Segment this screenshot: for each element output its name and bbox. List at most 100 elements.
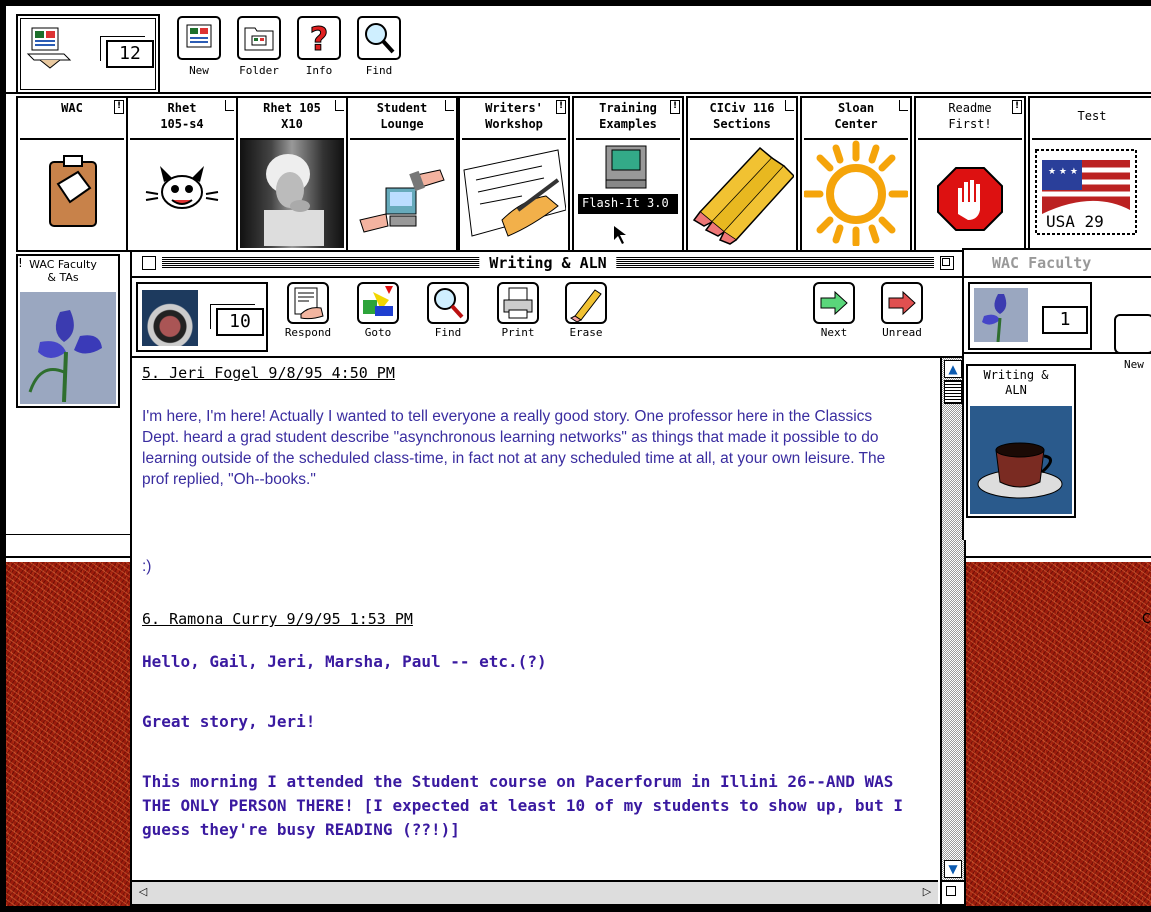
next-label: Next xyxy=(820,326,848,339)
message-count-box: 10 xyxy=(136,282,268,352)
scroll-left-arrow-icon[interactable]: ◁ xyxy=(136,885,150,899)
usa-stamp-icon: ★ ★ ★ USA 29 xyxy=(1032,140,1151,248)
folder-label: Folder xyxy=(239,64,279,77)
sun-icon xyxy=(804,140,908,248)
message-count-box: 12 xyxy=(16,14,160,94)
folder-subtitle: Workshop xyxy=(485,117,543,131)
writing-aln-window: Writing & ALN 10 Respond Goto Find Print… xyxy=(130,250,966,906)
resize-box[interactable] xyxy=(940,880,964,904)
erase-label: Erase xyxy=(569,326,603,339)
new-button[interactable]: New xyxy=(1114,314,1151,371)
folder-title: WAC xyxy=(61,101,83,115)
wac-faculty-window: WAC Faculty 1 New Writing & ALN xyxy=(962,248,1151,540)
folder-subtitle: Lounge xyxy=(380,117,424,131)
find-button[interactable]: Find xyxy=(354,16,404,77)
find-label: Find xyxy=(434,326,462,339)
stop-hand-icon xyxy=(918,140,1022,248)
zoom-box[interactable] xyxy=(940,256,954,270)
folder-title: Readme xyxy=(948,101,992,115)
stamp-label: USA 29 xyxy=(1046,212,1104,231)
folder-subtitle: Sections xyxy=(713,117,771,131)
next-button[interactable]: Next xyxy=(806,282,862,339)
window-title: WAC Faculty xyxy=(992,254,1092,272)
folder-readme-first[interactable]: ! Readme First! xyxy=(914,96,1026,252)
folder-training-examples[interactable]: ! Training Examples Flash-It 3.0 xyxy=(572,96,684,252)
folder-title: Sloan xyxy=(837,101,875,115)
scroll-thumb[interactable] xyxy=(944,380,962,404)
window-titlebar[interactable]: WAC Faculty xyxy=(964,250,1151,278)
folder-subtitle: ALN xyxy=(1005,383,1027,397)
folder-subtitle: 105-s4 xyxy=(160,117,204,131)
folder-title: CICiv 116 xyxy=(709,101,775,115)
message-count-box: 1 xyxy=(968,282,1092,350)
info-button[interactable]: ? Info xyxy=(294,16,344,77)
folder-title: Training xyxy=(599,101,657,115)
goto-label: Goto xyxy=(364,326,392,339)
scroll-up-arrow-icon[interactable]: ▲ xyxy=(944,360,962,378)
window-titlebar[interactable]: Writing & ALN xyxy=(132,252,964,278)
message-count: 10 xyxy=(210,304,264,336)
unread-label: Unread xyxy=(882,326,922,339)
scroll-down-arrow-icon[interactable]: ▼ xyxy=(944,860,962,878)
folder-title: Student xyxy=(376,101,428,115)
folder-student-lounge[interactable]: Student Lounge xyxy=(346,96,458,252)
flash-it-label: Flash-It 3.0 xyxy=(582,196,669,210)
message-text-area[interactable]: 5. Jeri Fogel 9/8/95 4:50 PM I'm here, I… xyxy=(132,358,938,878)
unread-button[interactable]: Unread xyxy=(874,282,930,339)
post-6-line2: Great story, Jeri! xyxy=(142,712,316,731)
folder-title: Writing & xyxy=(983,368,1049,382)
computer-hands-icon xyxy=(350,140,454,248)
scroll-right-arrow-icon[interactable]: ▷ xyxy=(920,885,934,899)
iris-flower-icon xyxy=(974,288,1028,343)
new-button[interactable]: New xyxy=(174,16,224,77)
folder-title: WAC Faculty xyxy=(29,258,97,271)
print-button[interactable]: Print xyxy=(490,282,546,339)
folder-subtitle: Center xyxy=(834,117,878,131)
folder-rhet-105-s4[interactable]: Rhet 105-s4 xyxy=(126,96,238,252)
folder-writers-workshop[interactable]: ! Writers' Workshop xyxy=(458,96,570,252)
folder-subtitle: Examples xyxy=(599,117,657,131)
erase-button[interactable]: Erase xyxy=(558,282,614,339)
window-title: Writing & ALN xyxy=(479,253,617,273)
post-6-header: 6. Ramona Curry 9/9/95 1:53 PM xyxy=(142,610,413,628)
flash-it-computer-icon: Flash-It 3.0 xyxy=(576,140,680,248)
folder-wac-faculty-tas[interactable]: WAC Faculty & TAs ! xyxy=(16,254,120,408)
folder-sloan-center[interactable]: Sloan Center xyxy=(800,96,912,252)
goto-button[interactable]: Goto xyxy=(350,282,406,339)
conference-toolbar: 10 Respond Goto Find Print Erase Next Un… xyxy=(132,278,964,358)
info-label: Info xyxy=(305,64,333,77)
post-5-body: I'm here, I'm here! Actually I wanted to… xyxy=(142,408,886,488)
writing-hand-icon xyxy=(462,140,566,248)
new-label: New xyxy=(1124,358,1144,371)
einstein-photo xyxy=(240,140,344,248)
respond-label: Respond xyxy=(284,326,332,339)
svg-text:★ ★ ★: ★ ★ ★ xyxy=(1048,167,1078,177)
post-5-header: 5. Jeri Fogel 9/8/95 4:50 PM xyxy=(142,364,395,382)
folder-rhet-105-x10[interactable]: Rhet 105 X10 xyxy=(236,96,348,252)
respond-button[interactable]: Respond xyxy=(280,282,336,339)
message-count: 12 xyxy=(100,36,154,68)
edge-text: C xyxy=(1142,612,1151,627)
folder-title: Test xyxy=(1077,109,1107,123)
folder-subtitle: First! xyxy=(948,117,992,131)
coffee-cup-icon xyxy=(142,290,198,346)
coffee-cup-icon xyxy=(970,406,1072,514)
folder-subtitle: X10 xyxy=(281,117,303,131)
find-label: Find xyxy=(365,64,393,77)
folder-button[interactable]: Folder xyxy=(234,16,284,77)
find-button[interactable]: Find xyxy=(420,282,476,339)
close-box[interactable] xyxy=(142,256,156,270)
new-label: New xyxy=(189,64,209,77)
folder-title: Rhet xyxy=(167,101,197,115)
new-items-flag-icon: ! xyxy=(114,100,124,114)
folder-civ-116-sections[interactable]: CICiv 116 Sections xyxy=(686,96,798,252)
folder-test[interactable]: Test ★ ★ ★ USA 29 xyxy=(1028,96,1151,252)
folder-writing-aln[interactable]: Writing & ALN xyxy=(966,364,1076,518)
horizontal-scrollbar[interactable]: ◁ ▷ xyxy=(132,880,938,904)
vertical-scrollbar[interactable]: ▲ ▼ xyxy=(940,358,964,880)
folder-wac[interactable]: WAC ! xyxy=(16,96,128,252)
svg-text:?: ? xyxy=(310,20,329,58)
folder-subtitle: & TAs xyxy=(47,271,79,284)
iris-flower-icon xyxy=(20,292,116,404)
clipboard-icon xyxy=(20,140,124,248)
